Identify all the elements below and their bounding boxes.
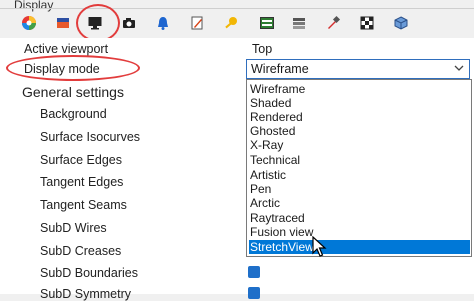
toolbar-divider	[0, 8, 474, 9]
active-viewport-value[interactable]: Top	[252, 42, 272, 56]
layers-icon[interactable]	[288, 12, 310, 34]
key-icon[interactable]	[220, 12, 242, 34]
eyedropper-icon[interactable]	[322, 12, 344, 34]
bell-icon[interactable]	[152, 12, 174, 34]
setting-checkbox[interactable]	[248, 287, 260, 299]
dropdown-option[interactable]: Rendered	[249, 110, 470, 124]
dropdown-option[interactable]: Artistic	[249, 168, 470, 182]
dropdown-option[interactable]: Pen	[249, 182, 470, 196]
setting-label: Tangent Edges	[40, 175, 124, 189]
display-mode-highlight-ring	[6, 55, 140, 81]
dropdown-option[interactable]: Raytraced	[249, 211, 470, 225]
dropdown-option-selected[interactable]: StretchView	[249, 240, 470, 254]
panel-icon[interactable]	[256, 12, 278, 34]
camera-icon[interactable]	[118, 12, 140, 34]
dropdown-option[interactable]: X-Ray	[249, 138, 470, 152]
dropdown-option[interactable]: Ghosted	[249, 124, 470, 138]
display-mode-select[interactable]: Wireframe	[246, 59, 470, 79]
setting-label: SubD Wires	[40, 221, 107, 235]
checker-icon[interactable]	[356, 12, 378, 34]
pencil-note-icon[interactable]	[186, 12, 208, 34]
mouse-cursor-icon	[312, 236, 327, 257]
display-mode-dropdown: Wireframe Shaded Rendered Ghosted X-Ray …	[246, 79, 472, 257]
display-tab-highlight-ring	[76, 4, 120, 42]
color-wheel-icon[interactable]	[18, 12, 40, 34]
setting-label: Surface Edges	[40, 153, 122, 167]
setting-label: Surface Isocurves	[40, 130, 141, 144]
dropdown-option[interactable]: Technical	[249, 153, 470, 167]
dropdown-option[interactable]: Shaded	[249, 96, 470, 110]
dropdown-option[interactable]: Wireframe	[249, 82, 470, 96]
active-viewport-label: Active viewport	[24, 42, 109, 56]
dropdown-option[interactable]: Arctic	[249, 196, 470, 210]
cube-icon[interactable]	[390, 12, 412, 34]
setting-checkbox[interactable]	[248, 266, 260, 278]
general-settings-heading: General settings	[22, 84, 124, 100]
display-toolbar	[0, 4, 474, 42]
chevron-down-icon	[454, 65, 464, 71]
setting-label: SubD Creases	[40, 244, 122, 258]
setting-label: Background	[40, 107, 107, 121]
display-mode-value: Wireframe	[251, 62, 309, 76]
setting-label: SubD Boundaries	[40, 266, 138, 280]
material-icon[interactable]	[52, 12, 74, 34]
setting-label: Tangent Seams	[40, 198, 127, 212]
dropdown-option[interactable]: Fusion view	[249, 225, 470, 239]
setting-label: SubD Symmetry	[40, 287, 131, 301]
